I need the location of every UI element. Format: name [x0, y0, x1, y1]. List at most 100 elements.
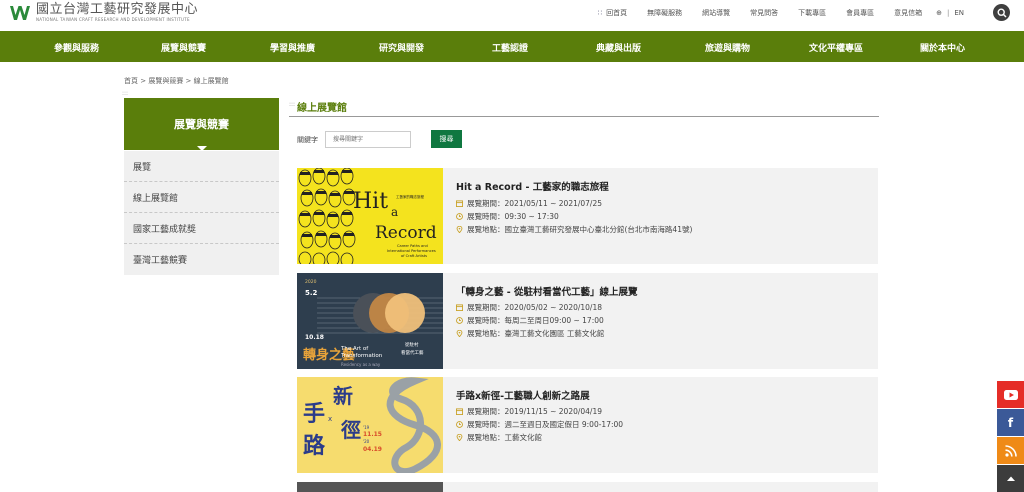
exhibition-poster-hit-a-record[interactable]: Hit a Record 工藝家的職志旅程 Career Paths and I…: [297, 168, 443, 264]
sidebar-title: 展覽與競賽: [124, 98, 279, 150]
keyword-search-input[interactable]: [325, 131, 411, 148]
exhibition-title[interactable]: 「轉身之藝 - 從駐村看當代工藝」線上展覽: [456, 284, 638, 298]
sidebar-item-taiwan-craft-competition[interactable]: 臺灣工藝競賽: [124, 244, 279, 275]
clock-icon: [456, 213, 463, 220]
poster-text-sub1: Career Paths and: [397, 244, 428, 248]
exhibition-location: 展覽地點：臺灣工藝文化園區 工藝文化館: [456, 328, 604, 339]
nav-item-learning[interactable]: 學習與推廣: [270, 41, 315, 54]
util-link-faq[interactable]: 常見問答: [750, 8, 778, 18]
logo-english-text: NATIONAL TAIWAN CRAFT RESEARCH AND DEVEL…: [36, 17, 190, 22]
globe-icon[interactable]: ⊕: [936, 9, 942, 17]
poster-text-zh2: 看當代工藝: [401, 349, 424, 356]
top-utility-bar: 國立台灣工藝研究發展中心 NATIONAL TAIWAN CRAFT RESEA…: [0, 0, 1024, 31]
exhibition-hours: 展覽時間：09:30 ~ 17:30: [456, 211, 559, 222]
calendar-icon: [456, 408, 463, 415]
lang-separator: |: [946, 9, 950, 17]
poster-text-sub2: International Performances: [387, 249, 436, 253]
poster-text-a: a: [391, 205, 398, 219]
map-pin-icon: [456, 226, 463, 233]
nav-item-about[interactable]: 關於本中心: [920, 41, 965, 54]
nav-item-cultural-equality[interactable]: 文化平權專區: [809, 41, 863, 54]
poster-text-zh: 工藝家的職志旅程: [396, 194, 424, 199]
poster-text-en2: Transformation: [340, 353, 383, 359]
facebook-button[interactable]: f: [997, 409, 1024, 436]
poster-text-sub3: of Craft Artists: [401, 254, 427, 258]
page-title: 線上展覽館: [297, 103, 347, 114]
util-link-accessibility[interactable]: 無障礙服務: [647, 8, 682, 18]
exhibition-card[interactable]: Hit a Record 工藝家的職志旅程 Career Paths and I…: [297, 168, 878, 264]
calendar-icon: [456, 304, 463, 311]
exhibition-period: 展覽期間：2021/05/11 ~ 2021/07/25: [456, 198, 602, 209]
poster-text-en3: Residency as a way: [341, 362, 381, 367]
search-icon: [996, 7, 1007, 18]
nav-item-exhibitions[interactable]: 展覽與競賽: [161, 41, 206, 54]
caret-up-icon: [1006, 476, 1015, 481]
exhibition-location: 展覽地點：工藝文化館: [456, 432, 542, 443]
exhibition-period: 展覽期間：2020/05/02 ~ 2020/10/18: [456, 302, 602, 313]
util-link-home[interactable]: ∷ 回首頁: [598, 8, 627, 18]
clock-icon: [456, 421, 463, 428]
youtube-icon: [1003, 389, 1018, 400]
poster-text-date2: 10.18: [305, 334, 324, 341]
poster-text-d4: 04.19: [363, 446, 382, 453]
accesskey-marker-content: :::: [289, 101, 296, 108]
site-logo[interactable]: 國立台灣工藝研究發展中心 NATIONAL TAIWAN CRAFT RESEA…: [8, 3, 198, 23]
exhibition-poster-partial[interactable]: [297, 482, 443, 492]
nav-item-visit-service[interactable]: 參觀與服務: [54, 41, 99, 54]
exhibition-period: 展覽期間：2019/11/15 ~ 2020/04/19: [456, 406, 602, 417]
calendar-icon: [456, 200, 463, 207]
exhibition-title[interactable]: Hit a Record - 工藝家的職志旅程: [456, 179, 609, 193]
poster-text-zh-big2: 路: [303, 433, 326, 459]
exhibition-poster-art-of-transformation[interactable]: 2020 5.2 10.18 轉身之藝 The Art of Transform…: [297, 273, 443, 369]
lang-en-link[interactable]: EN: [954, 9, 964, 17]
map-pin-icon: [456, 330, 463, 337]
sidebar-item-exhibitions[interactable]: 展覽: [124, 151, 279, 182]
poster-text-zh-big1: 手: [303, 402, 325, 427]
util-link-download[interactable]: 下載專區: [798, 8, 826, 18]
logo-chinese-text: 國立台灣工藝研究發展中心: [36, 2, 199, 17]
exhibition-card[interactable]: [297, 482, 878, 492]
exhibition-poster-handpath-newpath[interactable]: 手 路 新 徑 x '19 11.15 '20 04.19: [297, 377, 443, 473]
poster-text-hit: Hit: [353, 189, 388, 214]
rss-icon: [1004, 444, 1017, 457]
grid-dots-icon: ∷: [597, 9, 603, 17]
logo-mark-icon: [10, 6, 30, 20]
rss-button[interactable]: [997, 437, 1024, 464]
back-to-top-button[interactable]: [997, 465, 1024, 492]
poster-text-zh1: 從駐村: [405, 341, 419, 348]
title-divider: [289, 116, 879, 117]
breadcrumb[interactable]: 首頁 > 展覽與競賽 > 線上展覽館: [124, 76, 229, 86]
nav-item-research[interactable]: 研究與開發: [379, 41, 424, 54]
social-sidebar: f: [997, 381, 1024, 492]
header-search-button[interactable]: [993, 4, 1010, 21]
poster-text-year: 2020: [305, 279, 317, 285]
search-label: 關鍵字: [297, 136, 318, 144]
poster-text-d1: '19: [363, 425, 370, 430]
search-button[interactable]: 搜尋: [431, 130, 462, 148]
poster-text-zh-big4: 徑: [340, 418, 361, 442]
poster-text-date1: 5.2: [305, 289, 318, 297]
sidebar-item-national-craft-award[interactable]: 國家工藝成就獎: [124, 213, 279, 244]
exhibition-title[interactable]: 手路x新徑-工藝職人創新之路展: [456, 388, 590, 402]
poster-text-record: Record: [375, 223, 437, 243]
nav-item-certification[interactable]: 工藝認證: [492, 41, 528, 54]
poster-text-x: x: [328, 415, 332, 423]
poster-text-d3: '20: [363, 439, 370, 444]
sidebar-item-online-gallery[interactable]: 線上展覽館: [124, 182, 279, 213]
facebook-icon: f: [1007, 415, 1014, 430]
exhibition-card[interactable]: 手 路 新 徑 x '19 11.15 '20 04.19 手路x新徑-工藝職人…: [297, 377, 878, 473]
exhibition-hours: 展覽時間：每周二至周日09:00 ~ 17:00: [456, 315, 604, 326]
poster-text-en1: The Art of: [340, 346, 369, 352]
nav-item-travel-shopping[interactable]: 旅遊與購物: [705, 41, 750, 54]
util-link-feedback[interactable]: 意見信箱: [894, 8, 922, 18]
poster-text-d2: 11.15: [363, 431, 382, 438]
youtube-button[interactable]: [997, 381, 1024, 408]
poster-text-zh-big3: 新: [333, 384, 353, 408]
exhibition-location: 展覽地點：國立臺灣工藝研究發展中心臺北分館(台北市南海路41號): [456, 224, 692, 235]
utility-links: ∷ 回首頁 無障礙服務 網站導覽 常見問答 下載專區 會員專區 意見信箱 ⊕ |…: [598, 8, 964, 18]
clock-icon: [456, 317, 463, 324]
exhibition-card[interactable]: 2020 5.2 10.18 轉身之藝 The Art of Transform…: [297, 273, 878, 369]
util-link-member[interactable]: 會員專區: [846, 8, 874, 18]
nav-item-collection[interactable]: 典藏與出版: [596, 41, 641, 54]
util-link-sitemap[interactable]: 網站導覽: [702, 8, 730, 18]
